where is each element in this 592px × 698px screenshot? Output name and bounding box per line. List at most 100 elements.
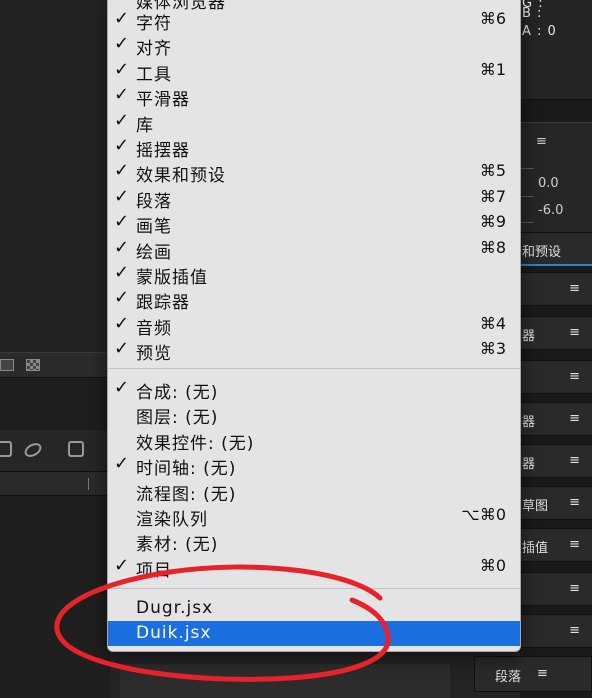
tab-label: 草图 (522, 499, 549, 514)
panels-item[interactable]: ✓ 效果和预设 ⌘5 (108, 159, 520, 187)
menu-item-shortcut: ⌥⌘0 (461, 505, 506, 524)
viewers-item[interactable]: 流程图: (无) (108, 478, 520, 505)
menu-item-label: 跟踪器 (136, 293, 190, 314)
menu-item-shortcut: ⌘8 (479, 237, 506, 257)
panels-item[interactable]: ✓ 段落 ⌘7 (108, 185, 520, 212)
menu-item-label: 蒙版插值 (136, 268, 208, 288)
menu-item-label: 预览 (136, 344, 172, 365)
timeline-tools-bar (0, 430, 110, 472)
tab-panel[interactable]: 器 ≡ (520, 316, 592, 350)
scripts-item[interactable]: Duik.jsx (108, 621, 520, 646)
menu-item-shortcut: ⌘6 (479, 9, 506, 28)
panel-menu-icon[interactable]: ≡ (569, 495, 580, 510)
tab-panel[interactable]: ≡ (520, 572, 592, 606)
panel-menu-icon[interactable]: ≡ (569, 325, 580, 340)
panels-item[interactable]: ✓ 字符 ⌘6 (108, 7, 520, 34)
checkmark-icon: ✓ (114, 312, 130, 334)
menu-item-label: 素材: (无) (136, 535, 219, 556)
panels-item[interactable]: ✓ 对齐 (108, 32, 520, 59)
panels-item[interactable]: ✓ 库 (108, 109, 520, 136)
tab-panel[interactable]: 器 ≡ (520, 444, 592, 478)
menu-item-label: 段落 (136, 191, 172, 212)
tab-panel[interactable]: 插值 ≡ (520, 528, 592, 562)
panels-item[interactable]: ✓ 预览 ⌘3 (108, 337, 520, 365)
menu-item-label: 库 (136, 115, 154, 136)
audio-meter-tick (520, 196, 534, 197)
menu-item-shortcut: ⌘4 (479, 313, 506, 333)
panels-item[interactable]: ✓ 音频 ⌘4 (108, 312, 520, 339)
viewers-item[interactable]: 渲染队列 ⌥⌘0 (108, 503, 520, 530)
panels-item[interactable]: ✓ 摇摆器 (108, 134, 520, 161)
checkmark-icon: ✓ (114, 84, 130, 106)
menu-item-shortcut: ⌘3 (479, 339, 506, 359)
viewers-item[interactable]: ✓ 项目 ⌘0 (108, 554, 520, 581)
menu-item-label: 绘画 (136, 242, 172, 263)
tab-panel[interactable]: 草图 ≡ (520, 486, 592, 520)
viewers-item[interactable]: 素材: (无) (108, 528, 520, 556)
tab-label: 器 (522, 457, 536, 472)
panel-menu-icon[interactable]: ≡ (569, 281, 580, 296)
menu-item-label: 流程图: (无) (136, 484, 237, 505)
audio-panel-menu-icon[interactable]: ≡ (536, 134, 547, 149)
tab-label: 器 (522, 415, 536, 430)
audio-level-top: 0.0 (538, 176, 559, 191)
panel-menu-icon[interactable]: ≡ (569, 453, 580, 468)
checkmark-icon: ✓ (114, 377, 130, 398)
menu-item-shortcut: ⌘0 (479, 555, 506, 575)
tab-label: 段落 (495, 670, 522, 685)
checkmark-icon: ✓ (114, 554, 130, 576)
menu-item-label: 效果和预设 (136, 166, 226, 187)
panel-menu-icon[interactable]: ≡ (569, 411, 580, 426)
tab-panel[interactable]: ≡ (520, 272, 592, 306)
checkmark-icon: ✓ (114, 185, 130, 207)
transparency-grid-icon[interactable] (26, 359, 40, 371)
timeline-layers-area (0, 496, 110, 698)
tab-paragraph[interactable]: 段落 ≡ (474, 656, 592, 692)
audio-meter-tick (520, 168, 534, 169)
menu-item-label: 效果控件: (无) (136, 433, 255, 454)
viewers-item[interactable]: 效果控件: (无) (108, 427, 520, 454)
menu-item-label: Dugr.jsx (136, 598, 214, 618)
window-menu-dropdown: 媒体浏览器 ✓ 字符 ⌘6 ✓ 对齐 ✓ 工具 ⌘1 ✓ 平滑器 ✓ 库 ✓ 摇摆器 ✓ 效果和预设 ⌘5 ✓ 段落… (107, 0, 521, 652)
region-of-interest-icon[interactable] (0, 359, 14, 371)
menu-separator (108, 588, 520, 589)
panels-item[interactable]: ✓ 工具 ⌘1 (108, 58, 520, 85)
motion-blur-icon[interactable] (68, 441, 84, 457)
menu-item-label: 摇摆器 (136, 141, 190, 161)
panels-item[interactable]: ✓ 画笔 ⌘9 (108, 210, 520, 237)
panel-menu-icon[interactable]: ≡ (569, 581, 580, 596)
tab-panel[interactable]: 器 ≡ (520, 402, 592, 436)
menu-item-label: 工具 (136, 64, 172, 85)
panels-item[interactable]: ✓ 绘画 ⌘8 (108, 236, 520, 263)
graph-editor-icon[interactable] (0, 441, 12, 457)
composition-viewer-area (0, 0, 110, 352)
menu-item-label: 时间轴: (无) (136, 459, 237, 480)
tab-panel[interactable]: ≡ (520, 360, 592, 394)
panels-item[interactable]: ✓ 平滑器 (108, 83, 520, 110)
menu-item-label: 字符 (136, 14, 172, 34)
tab-label: 器 (522, 329, 536, 344)
checkmark-icon: ✓ (114, 338, 130, 360)
panel-menu-icon[interactable]: ≡ (569, 369, 580, 384)
panels-item[interactable]: ✓ 跟踪器 (108, 286, 520, 314)
checkmark-icon: ✓ (114, 287, 130, 309)
panel-menu-icon[interactable]: ≡ (537, 666, 548, 681)
checkmark-icon: ✓ (114, 211, 130, 233)
viewers-item[interactable]: ✓ 时间轴: (无) (108, 452, 520, 480)
viewers-item[interactable]: ✓ 合成: (无) (108, 376, 520, 403)
viewer-toolbar-strip (0, 352, 110, 378)
viewers-item[interactable]: 图层: (无) (108, 401, 520, 428)
scripts-item[interactable]: Dugr.jsx (108, 596, 520, 621)
tab-panel[interactable]: ≡ (520, 614, 592, 648)
info-b-value: B : (522, 6, 543, 21)
panel-menu-icon[interactable]: ≡ (569, 623, 580, 638)
timeline-bottom-area (110, 650, 520, 698)
tab-label: 插值 (522, 541, 549, 556)
checkmark-icon: ✓ (114, 236, 130, 258)
menu-item-label: 渲染队列 (136, 510, 208, 530)
timeline-column-header (0, 472, 110, 496)
panels-item[interactable]: ✓ 蒙版插值 (108, 261, 520, 288)
tab-effects-presets[interactable]: 和预设 (520, 232, 592, 266)
info-a-value: A : 0 (522, 24, 557, 39)
panel-menu-icon[interactable]: ≡ (569, 537, 580, 552)
